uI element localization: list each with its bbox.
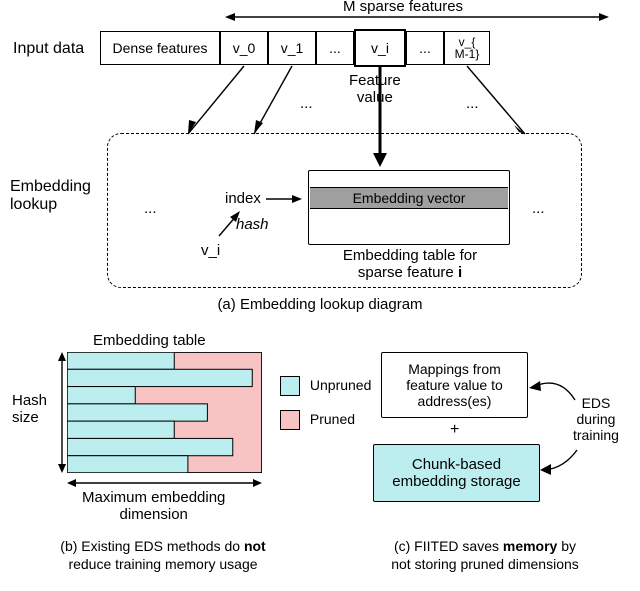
plus-label: +: [450, 421, 459, 439]
max-dim-label: Maximum embedding dimension: [82, 489, 225, 524]
cell-vi-text: v_i: [371, 40, 389, 56]
index-label: index: [225, 190, 261, 207]
embedding-table-caption-i: i: [458, 264, 462, 281]
mappings-box: Mappings from feature value to address(e…: [381, 352, 528, 418]
cell-vi: v_i: [354, 29, 406, 67]
cell-dense: Dense features: [100, 31, 220, 65]
caption-c-text1: (c) FIITED saves: [394, 538, 499, 554]
ellipsis-box-right: ...: [532, 200, 545, 217]
legend-pruned-swatch: [280, 410, 300, 430]
legend-unpruned-swatch: [280, 376, 300, 396]
input-data-label: Input data: [13, 40, 84, 58]
caption-a: (a) Embedding lookup diagram: [170, 296, 470, 313]
caption-b: (b) Existing EDS methods do not reduce t…: [18, 538, 308, 573]
cell-v0-text: v_0: [233, 40, 256, 56]
mappings-text: Mappings from feature value to address(e…: [406, 361, 503, 409]
chunk-box: Chunk-based embedding storage: [373, 444, 540, 502]
hash-label: hash: [236, 216, 269, 233]
cell-v0: v_0: [220, 31, 268, 65]
embedding-vector-row: Embedding vector: [310, 187, 508, 209]
hash-size-arrow: [55, 352, 69, 473]
cell-ell2-text: ...: [419, 40, 431, 56]
caption-b-text1: (b) Existing EDS methods do: [60, 538, 240, 554]
caption-c: (c) FIITED saves memory by not storing p…: [350, 538, 620, 573]
caption-b-text2: reduce training memory usage: [68, 556, 257, 572]
cell-vm1: v_{ M-1}: [444, 31, 490, 65]
legend-pruned-text: Pruned: [310, 411, 355, 427]
embedding-table-caption: Embedding table for sparse feature i: [320, 248, 500, 281]
legend-pruned: Pruned: [280, 410, 355, 430]
m-sparse-label: M sparse features: [340, 0, 466, 15]
eds-label: EDS during training: [573, 395, 619, 443]
chunk-text: Chunk-based embedding storage: [392, 456, 520, 491]
caption-c-bold: memory: [503, 538, 557, 554]
ellipsis-right-top: ...: [466, 95, 479, 112]
feature-value-label: Feature value: [349, 73, 401, 106]
embedding-table-chart: [67, 352, 262, 473]
embedding-vector-text: Embedding vector: [353, 190, 466, 206]
max-dim-arrow: [67, 476, 262, 490]
ellipsis-box-left: ...: [144, 200, 157, 217]
cell-v1-text: v_1: [281, 40, 304, 56]
cell-ell1: ...: [316, 31, 354, 65]
legend-unpruned: Unpruned: [280, 376, 371, 396]
vi-below-label: v_i: [201, 242, 220, 259]
cell-v1: v_1: [268, 31, 316, 65]
hash-size-label: Hash size: [12, 393, 47, 426]
cell-dense-text: Dense features: [113, 40, 208, 56]
caption-b-bold: not: [244, 538, 266, 554]
embedding-table-title: Embedding table: [93, 332, 206, 349]
index-arrow: [266, 190, 306, 208]
cell-vm1-text: v_{ M-1}: [455, 36, 480, 60]
cell-ell1-text: ...: [329, 40, 341, 56]
cell-ell2: ...: [406, 31, 444, 65]
legend-unpruned-text: Unpruned: [310, 377, 372, 393]
ellipsis-top: ...: [300, 95, 313, 112]
embedding-lookup-label: Embedding lookup: [10, 178, 91, 215]
